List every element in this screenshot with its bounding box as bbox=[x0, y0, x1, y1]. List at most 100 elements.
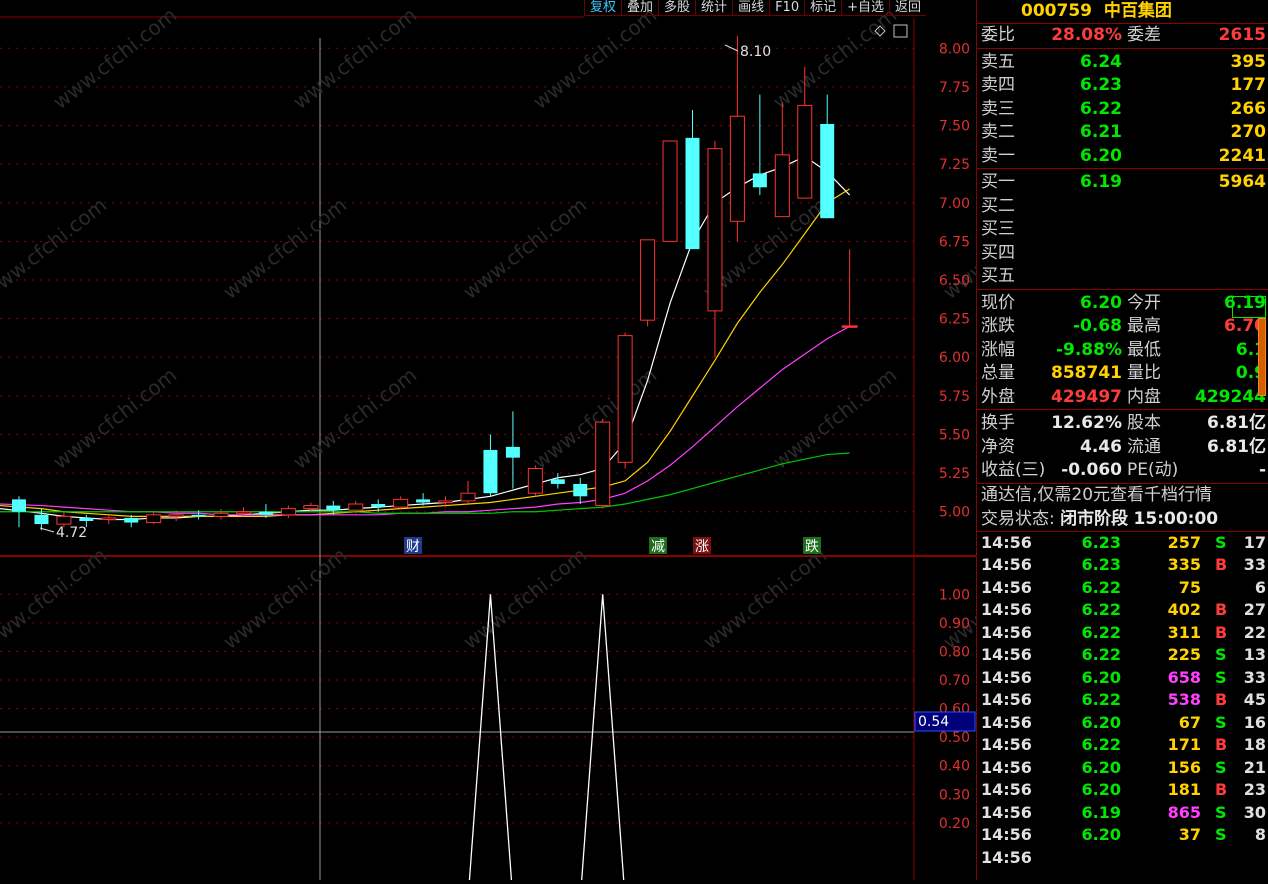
toolbar-back-button[interactable]: 返回 bbox=[889, 0, 927, 16]
tick-row[interactable]: 14:56 6.22 538 B 45 bbox=[977, 689, 1268, 712]
candle-body-up[interactable] bbox=[617, 335, 633, 463]
candle-body-up[interactable] bbox=[213, 512, 229, 517]
tick-row[interactable]: 14:56 6.20 37 S 8 bbox=[977, 824, 1268, 847]
candle-body-down[interactable] bbox=[505, 446, 520, 458]
stat-label: 涨幅 bbox=[981, 339, 1015, 360]
event-marker[interactable]: 涨 bbox=[695, 539, 709, 555]
candle-body-up[interactable] bbox=[527, 467, 543, 494]
tick-list[interactable]: 14:56 6.23 257 S 17 14:56 6.23 335 B 33 14:56 6.22 7… bbox=[977, 532, 1268, 870]
price-tick-label: 5.50 bbox=[939, 427, 970, 443]
candle-body-down[interactable] bbox=[12, 499, 26, 512]
tick-row[interactable]: 14:56 6.22 225 S 13 bbox=[977, 644, 1268, 667]
tick-row[interactable]: 14:56 6.22 402 B 27 bbox=[977, 599, 1268, 622]
candle-body-down[interactable] bbox=[326, 505, 341, 511]
candle-body-down[interactable] bbox=[124, 517, 139, 523]
tick-row[interactable]: 14:56 6.22 171 B 18 bbox=[977, 734, 1268, 757]
kline-chart-area[interactable]: www.cfchi.com www.cfchi.com www.cfchi.com w… bbox=[0, 0, 1071, 881]
candle-body-up[interactable] bbox=[280, 508, 296, 516]
upgrade-notice[interactable]: 通达信,仅需20元查看千档行情 bbox=[977, 482, 1268, 508]
tick-row[interactable]: 14:56 6.20 67 S 16 bbox=[977, 712, 1268, 735]
stat-value: 858741 bbox=[1051, 363, 1122, 383]
tick-row[interactable]: 14:56 6.23 257 S 17 bbox=[977, 532, 1268, 555]
tick-row[interactable]: 14:56 6.23 335 B 33 bbox=[977, 554, 1268, 577]
event-marker[interactable]: 跌 bbox=[805, 539, 819, 555]
toolbar-statistics-button[interactable]: 统计 bbox=[695, 0, 733, 16]
tick-time: 14:56 bbox=[981, 600, 1032, 619]
candle-body-up[interactable] bbox=[729, 115, 745, 222]
event-marker[interactable]: 财 bbox=[406, 539, 420, 555]
candle-body-up[interactable] bbox=[595, 421, 611, 507]
candle-body-up[interactable] bbox=[438, 500, 454, 503]
candle-body-up[interactable] bbox=[797, 104, 813, 199]
ask-row[interactable]: 卖五 6.24 395 bbox=[977, 51, 1268, 75]
tick-row[interactable]: 14:56 6.20 181 B 23 bbox=[977, 779, 1268, 802]
toolbar-multi-stock-button[interactable]: 多股 bbox=[658, 0, 696, 16]
candle-body-down[interactable] bbox=[752, 173, 767, 188]
toolbar-fuquan-button[interactable]: 复权 bbox=[584, 0, 622, 16]
ask-row[interactable]: 卖一 6.20 2241 bbox=[977, 145, 1268, 169]
candle-body-down[interactable] bbox=[79, 517, 94, 522]
candle-body-up[interactable] bbox=[640, 239, 656, 321]
candle-body-up[interactable] bbox=[168, 514, 184, 517]
candle-body-down[interactable] bbox=[34, 514, 49, 525]
price-tick-label: 7.25 bbox=[939, 157, 970, 173]
candle-body-up[interactable] bbox=[707, 148, 723, 312]
event-marker[interactable]: 减 bbox=[651, 539, 665, 555]
ask-row[interactable]: 卖二 6.21 270 bbox=[977, 121, 1268, 145]
ask-row[interactable]: 卖四 6.23 177 bbox=[977, 74, 1268, 98]
stock-code: 000759 bbox=[1021, 1, 1092, 21]
bid-row[interactable]: 买一 6.19 5964 bbox=[977, 171, 1268, 195]
candle-body-up[interactable] bbox=[236, 511, 251, 514]
candle-body-down[interactable] bbox=[820, 123, 835, 219]
toolbar-add-watchlist-button[interactable]: +自选 bbox=[841, 0, 890, 16]
toolbar-mark-button[interactable]: 标记 bbox=[804, 0, 842, 16]
candle-body-up[interactable] bbox=[101, 517, 117, 520]
tick-count: 13 bbox=[1243, 645, 1266, 664]
ask-book: 卖五 6.24 395 卖四 6.23 177 卖三 6.22 266 卖二 6.21 270 … bbox=[977, 47, 1268, 169]
candle-body-down[interactable] bbox=[483, 449, 498, 494]
bid-price: 6.19 bbox=[1080, 172, 1122, 192]
toolbar-f10-button[interactable]: F10 bbox=[769, 0, 805, 16]
candle-body-down[interactable] bbox=[258, 511, 273, 515]
tick-row[interactable]: 14:56 6.20 156 S 21 bbox=[977, 757, 1268, 780]
candle-body-down[interactable] bbox=[573, 483, 588, 497]
toolbar-overlay-button[interactable]: 叠加 bbox=[621, 0, 659, 16]
ask-label: 卖一 bbox=[981, 145, 1015, 166]
tick-row[interactable]: 14:56 6.22 75 6 bbox=[977, 577, 1268, 600]
tick-time: 14:56 bbox=[981, 757, 1032, 777]
candle-body-down[interactable] bbox=[685, 137, 700, 250]
bid-row[interactable]: 买二 bbox=[977, 195, 1268, 219]
bid-row[interactable]: 买四 bbox=[977, 242, 1268, 266]
stat-row: 外盘 429497 内盘 429244 bbox=[977, 386, 1268, 410]
candle-body-up[interactable] bbox=[393, 498, 409, 508]
tick-row[interactable]: 14:56 6.20 658 S 33 bbox=[977, 667, 1268, 690]
candle-body-up[interactable] bbox=[662, 140, 678, 242]
capital-label-2: 股本 bbox=[1127, 413, 1161, 433]
ask-price: 6.23 bbox=[1080, 75, 1122, 95]
tick-direction: S bbox=[1215, 825, 1227, 844]
bid-row[interactable]: 买三 bbox=[977, 218, 1268, 242]
capital-stats: 换手 12.62% 股本 6.81亿 净资 4.46 流通 6.81亿 收益(三) -0.06… bbox=[977, 409, 1268, 483]
candle-body-up[interactable] bbox=[774, 154, 790, 218]
price-stats: 现价 6.20 今开 6.19 涨跌 -0.68 最高 6.70 涨幅 -9.88% 最低 6.1… bbox=[977, 288, 1268, 410]
candle-body-up[interactable] bbox=[303, 505, 319, 510]
bid-row[interactable]: 买五 bbox=[977, 265, 1268, 289]
indicator-tick-label: 0.70 bbox=[939, 673, 970, 689]
candle-body-down[interactable] bbox=[191, 514, 206, 517]
tick-direction: B bbox=[1215, 690, 1228, 709]
candle-body-down[interactable] bbox=[550, 479, 565, 484]
candle-body-up[interactable] bbox=[348, 503, 364, 511]
tick-row[interactable]: 14:56 6.19 865 S 30 bbox=[977, 802, 1268, 825]
candle-body-down[interactable] bbox=[371, 504, 386, 508]
candle-body-up[interactable] bbox=[460, 492, 476, 502]
toolbar-draw-line-button[interactable]: 画线 bbox=[732, 0, 770, 16]
tick-row[interactable]: 14:56 6.22 311 B 22 bbox=[977, 622, 1268, 645]
candle-body-up[interactable] bbox=[56, 515, 72, 525]
tick-row[interactable]: 14:56 bbox=[977, 847, 1268, 870]
kline-chart-svg[interactable]: www.cfchi.com www.cfchi.com www.cfchi.com w… bbox=[0, 0, 1071, 881]
tick-count: 18 bbox=[1243, 735, 1266, 754]
ask-row[interactable]: 卖三 6.22 266 bbox=[977, 98, 1268, 122]
candle-body-down[interactable] bbox=[416, 499, 431, 503]
candle-body-up[interactable] bbox=[146, 514, 162, 524]
price-tick-label: 6.25 bbox=[939, 312, 970, 328]
